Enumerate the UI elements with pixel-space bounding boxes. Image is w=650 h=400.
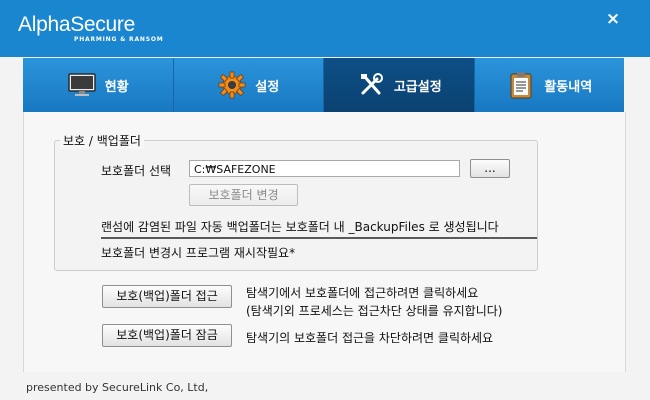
lock-folder-button[interactable]: 보호(백업)폴더 잠금 <box>102 324 232 347</box>
close-button[interactable]: × <box>604 10 622 28</box>
tab-status[interactable]: 현황 <box>23 58 174 112</box>
tab-activity-log-label: 활동내역 <box>544 79 593 95</box>
backup-info-text: 랜섬에 감염된 파일 자동 백업폴더는 보호폴더 내 _BackupFiles … <box>101 220 499 234</box>
monitor-icon <box>67 71 97 99</box>
app-header: AlphaSecure PHARMING & RANSOM × <box>0 0 650 57</box>
browse-folder-button[interactable]: ... <box>470 159 510 178</box>
protect-folder-field[interactable]: C:₩SAFEZONE <box>189 160 460 177</box>
advanced-settings-panel: 보호 / 백업폴더 보호폴더 선택 C:₩SAFEZONE ... 보호폴더 변… <box>23 112 626 372</box>
gear-icon <box>217 71 247 99</box>
app-logo: AlphaSecure PHARMING & RANSOM <box>18 13 163 44</box>
tab-advanced-settings-label: 고급설정 <box>393 79 442 95</box>
close-icon: × <box>605 9 621 29</box>
tab-settings-label: 설정 <box>255 79 280 95</box>
divider <box>101 237 537 239</box>
open-folder-desc-2: (탐색기외 프로세스는 접근차단 상태를 유지합니다) <box>246 304 503 318</box>
logo-text: AlphaSecure <box>18 13 135 36</box>
open-folder-desc: 탐색기에서 보호폴더에 접근하려면 클릭하세요 <box>246 286 479 300</box>
main-tabs: 현황 설정 고급설정 활동내역 <box>23 58 624 112</box>
tab-settings[interactable]: 설정 <box>173 58 324 112</box>
protect-folder-label: 보호폴더 선택 <box>101 164 172 178</box>
tab-activity-log[interactable]: 활동내역 <box>474 58 624 112</box>
tab-status-label: 현황 <box>104 79 129 95</box>
open-folder-button[interactable]: 보호(백업)폴더 접근 <box>102 285 232 308</box>
tab-advanced-settings[interactable]: 고급설정 <box>324 58 475 112</box>
change-folder-button[interactable]: 보호폴더 변경 <box>189 184 298 206</box>
footer-credit: presented by SecureLink Co, Ltd, <box>26 381 209 394</box>
tools-icon <box>356 71 386 99</box>
clipboard-icon <box>506 71 536 99</box>
logo-subtitle: PHARMING & RANSOM <box>74 36 164 43</box>
restart-note: 보호폴더 변경시 프로그램 재시작필요* <box>101 246 296 260</box>
lock-folder-desc: 탐색기의 보호폴더 접근을 차단하려면 클릭하세요 <box>246 331 494 345</box>
group-title: 보호 / 백업폴더 <box>60 132 144 149</box>
